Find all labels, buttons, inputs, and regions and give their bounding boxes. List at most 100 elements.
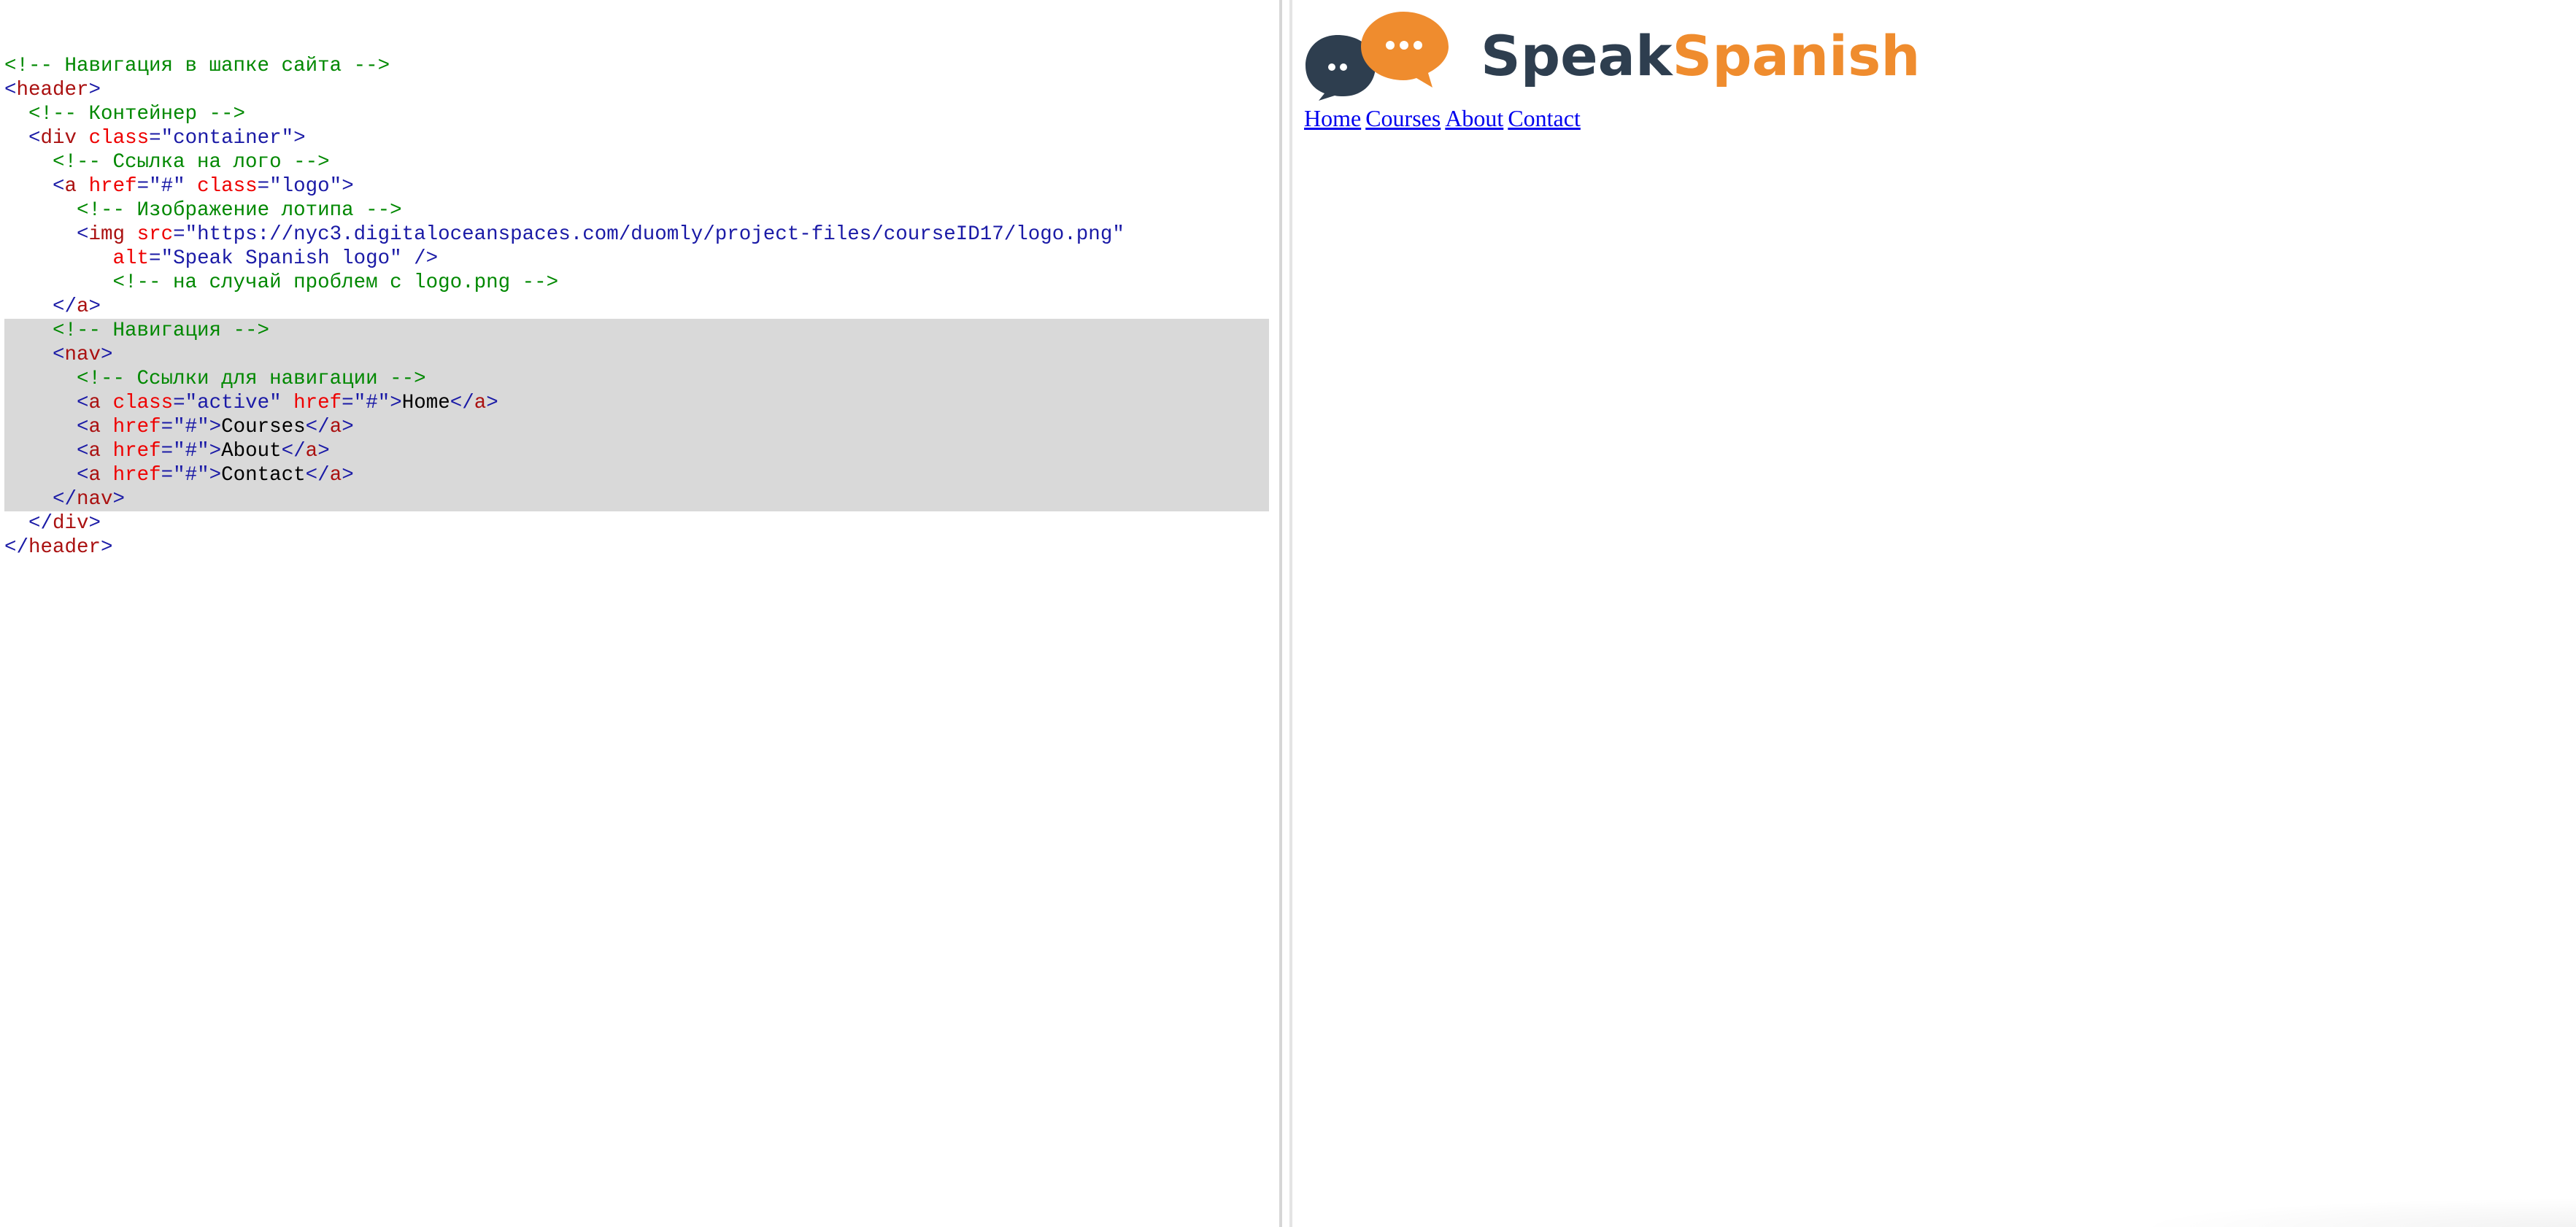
- code-token: nav: [77, 488, 113, 511]
- code-token: Courses: [221, 416, 306, 438]
- code-token: >: [101, 536, 113, 559]
- code-token: =: [257, 175, 270, 198]
- code-line[interactable]: <a href="#">About</a>: [4, 439, 1269, 463]
- code-line[interactable]: <!-- Изображение лотипа -->: [4, 198, 1279, 222]
- code-token: =: [173, 392, 185, 414]
- code-token: href: [88, 175, 137, 198]
- code-token: <: [53, 175, 65, 198]
- code-token: a: [88, 392, 101, 414]
- code-token: "#": [173, 464, 209, 487]
- code-token: href: [293, 392, 342, 414]
- code-token: header: [28, 536, 101, 559]
- code-line[interactable]: </div>: [4, 511, 1279, 535]
- code-token: "logo": [269, 175, 342, 198]
- code-line[interactable]: alt="Speak Spanish logo" />: [4, 247, 1279, 271]
- code-token: </: [305, 464, 330, 487]
- code-line[interactable]: <!-- Ссылка на лого -->: [4, 150, 1279, 174]
- code-token: >: [88, 79, 101, 101]
- code-token: =: [136, 175, 150, 198]
- code-line[interactable]: <img src="https://nyc3.digitaloceanspace…: [4, 222, 1279, 247]
- code-content[interactable]: ​<!-- Навигация в шапке сайта --><header…: [4, 30, 1279, 560]
- code-line[interactable]: <!-- Контейнер -->: [4, 102, 1279, 126]
- code-token: >: [317, 440, 330, 462]
- code-line[interactable]: <!-- Навигация в шапке сайта -->: [4, 54, 1279, 78]
- code-token: <!-- Навигация -->: [53, 320, 270, 342]
- code-token: <: [77, 392, 89, 414]
- code-line[interactable]: <!-- Ссылки для навигации -->: [4, 367, 1269, 391]
- nav-link-contact[interactable]: Contact: [1508, 105, 1581, 131]
- code-line[interactable]: <div class="container">: [4, 126, 1279, 150]
- code-token: class: [112, 392, 174, 414]
- code-line[interactable]: ​: [4, 30, 1279, 54]
- code-token: >: [342, 464, 354, 487]
- code-token: "active": [185, 392, 282, 414]
- code-token: "#": [353, 392, 390, 414]
- code-token: </: [450, 392, 474, 414]
- code-token: >: [293, 127, 306, 150]
- code-line[interactable]: </a>: [4, 295, 1279, 319]
- code-token: =: [161, 464, 174, 487]
- code-editor[interactable]: ​<!-- Навигация в шапке сайта --><header…: [0, 0, 1279, 1227]
- nav-link-about[interactable]: About: [1445, 105, 1503, 131]
- code-line[interactable]: <a href="#">Courses</a>: [4, 415, 1269, 439]
- code-token: header: [16, 79, 89, 101]
- code-token: >: [209, 416, 222, 438]
- code-token: >: [101, 344, 113, 366]
- code-token: </: [53, 488, 77, 511]
- code-token: div: [53, 512, 89, 535]
- code-token: <!-- Ссылки для навигации -->: [77, 368, 426, 390]
- code-token: <!-- Навигация в шапке сайта -->: [4, 55, 390, 77]
- nav-link-courses[interactable]: Courses: [1365, 105, 1441, 131]
- pane-splitter[interactable]: [1279, 0, 1292, 1227]
- code-line[interactable]: <a class="active" href="#">Home</a>: [4, 391, 1269, 415]
- code-token: >: [390, 392, 402, 414]
- code-token: >: [88, 295, 101, 318]
- code-line[interactable]: <nav>: [4, 343, 1269, 367]
- chat-bubbles-icon: [1306, 12, 1449, 101]
- code-token: <: [77, 223, 89, 246]
- code-token: <: [4, 79, 17, 101]
- code-token: <!-- на случай проблем с logo.png -->: [112, 271, 559, 294]
- nav-link-home[interactable]: Home: [1304, 105, 1361, 131]
- code-line[interactable]: </nav>: [4, 487, 1269, 511]
- code-line[interactable]: </header>: [4, 535, 1279, 560]
- code-line[interactable]: <a href="#" class="logo">: [4, 174, 1279, 198]
- code-token: a: [88, 464, 101, 487]
- code-token: <!-- Контейнер -->: [28, 103, 246, 125]
- code-token: a: [64, 175, 77, 198]
- code-line[interactable]: <!-- на случай проблем с logo.png -->: [4, 271, 1279, 295]
- code-line[interactable]: <!-- Навигация -->: [4, 319, 1269, 343]
- code-token: >: [209, 464, 222, 487]
- code-token: <!-- Изображение лотипа -->: [77, 199, 402, 222]
- logo-link[interactable]: SpeakSpanish: [1304, 9, 1920, 101]
- code-line[interactable]: <a href="#">Contact</a>: [4, 463, 1269, 487]
- code-token: <: [77, 416, 89, 438]
- code-token: =: [342, 392, 354, 414]
- code-token: >: [209, 440, 222, 462]
- code-token: "#": [173, 416, 209, 438]
- code-token: <: [77, 440, 89, 462]
- code-token: "Speak Spanish logo": [161, 247, 402, 270]
- code-token: >: [342, 175, 354, 198]
- code-token: a: [474, 392, 487, 414]
- code-line[interactable]: <header>: [4, 78, 1279, 102]
